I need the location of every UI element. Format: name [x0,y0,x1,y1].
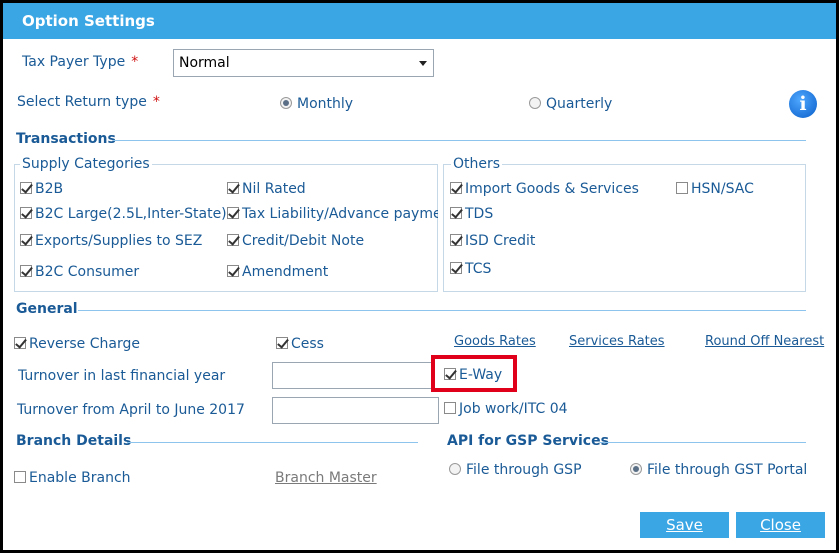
checkbox-checked-icon [14,337,26,349]
checkbox-checked-icon [450,234,462,246]
return-type-label: Select Return type * [17,94,160,110]
info-icon[interactable]: i [789,90,817,118]
api-gsp-heading: API for GSP Services [447,433,609,449]
checkbox-unchecked-icon [676,182,688,194]
radio-unselected-icon [449,463,461,475]
taxpayer-type-select[interactable]: Normal [173,49,434,77]
checkbox-enable-branch-label: Enable Branch [29,470,131,486]
general-heading: General [16,301,78,317]
checkbox-hsn-sac-label: HSN/SAC [691,181,754,197]
eway-highlight-box [431,355,517,392]
checkbox-job-work-label: Job work/ITC 04 [459,401,568,417]
checkbox-checked-icon [227,207,239,219]
dialog-title: Option Settings [3,3,836,39]
taxpayer-type-label-text: Tax Payer Type [22,54,126,70]
checkbox-tds[interactable]: TDS [450,206,493,222]
save-button[interactable]: Save [640,512,729,538]
checkbox-tax-liability[interactable]: Tax Liability/Advance payme [227,206,438,222]
checkbox-checked-icon [450,182,462,194]
checkbox-checked-icon [227,234,239,246]
radio-quarterly-label: Quarterly [546,96,613,112]
checkbox-checked-icon [20,182,32,194]
radio-file-through-gsp-label: File through GSP [466,462,582,478]
checkbox-isd-credit-label: ISD Credit [465,233,536,249]
checkbox-tax-liability-label: Tax Liability/Advance payme [242,206,438,222]
checkbox-b2c-large-label: B2C Large(2.5L,Inter-State) [35,206,227,222]
checkbox-import-goods-label: Import Goods & Services [465,181,639,197]
checkbox-reverse-charge[interactable]: Reverse Charge [14,336,140,352]
checkbox-exports-sez-label: Exports/Supplies to SEZ [35,233,203,249]
round-off-nearest-link[interactable]: Round Off Nearest [705,334,824,349]
checkbox-checked-icon [20,207,32,219]
taxpayer-type-label: Tax Payer Type * [22,54,138,70]
transactions-heading: Transactions [16,131,116,147]
close-button[interactable]: Close [736,512,825,538]
checkbox-isd-credit[interactable]: ISD Credit [450,233,535,249]
branch-master-link[interactable]: Branch Master [275,470,377,486]
turnover-april-june-input[interactable] [272,397,439,424]
checkbox-b2c-large[interactable]: B2C Large(2.5L,Inter-State) [20,206,227,222]
checkbox-cess-label: Cess [291,336,324,352]
checkbox-tcs-label: TCS [465,261,492,277]
taxpayer-type-value: Normal [179,55,230,71]
radio-quarterly[interactable]: Quarterly [529,96,612,112]
checkbox-nil-rated-label: Nil Rated [242,181,306,197]
services-rates-link[interactable]: Services Rates [569,334,665,349]
checkbox-amendment[interactable]: Amendment [227,264,328,280]
required-mark: * [131,54,139,70]
checkbox-checked-icon [450,262,462,274]
checkbox-b2b[interactable]: B2B [20,181,63,197]
radio-unselected-icon [529,97,541,109]
checkbox-job-work[interactable]: Job work/ITC 04 [444,401,568,417]
checkbox-enable-branch[interactable]: Enable Branch [14,470,131,486]
divider [600,442,806,443]
return-type-label-text: Select Return type [17,94,147,110]
radio-monthly[interactable]: Monthly [280,96,353,112]
checkbox-b2c-consumer[interactable]: B2C Consumer [20,264,139,280]
checkbox-unchecked-icon [14,471,26,483]
goods-rates-link[interactable]: Goods Rates [454,334,536,349]
radio-selected-icon [630,463,642,475]
divider [113,140,806,141]
radio-selected-icon [280,97,292,109]
turnover-last-year-input[interactable] [272,362,432,389]
chevron-down-icon [419,61,427,66]
supply-categories-legend: Supply Categories [20,156,152,172]
checkbox-tds-label: TDS [465,206,494,222]
radio-file-through-gsp[interactable]: File through GSP [449,462,582,478]
checkbox-cess[interactable]: Cess [276,336,324,352]
checkbox-b2c-consumer-label: B2C Consumer [35,264,140,280]
checkbox-unchecked-icon [444,402,456,414]
checkbox-credit-debit-note[interactable]: Credit/Debit Note [227,233,364,249]
divider [78,310,806,311]
checkbox-b2b-label: B2B [35,181,64,197]
turnover-last-year-label: Turnover in last financial year [18,368,226,384]
checkbox-import-goods[interactable]: Import Goods & Services [450,181,639,197]
radio-file-through-gst-portal-label: File through GST Portal [647,462,808,478]
branch-details-heading: Branch Details [16,433,132,449]
checkbox-checked-icon [227,182,239,194]
checkbox-exports-sez[interactable]: Exports/Supplies to SEZ [20,233,202,249]
checkbox-checked-icon [450,207,462,219]
divider [127,442,418,443]
turnover-april-june-label: Turnover from April to June 2017 [17,402,245,418]
checkbox-reverse-charge-label: Reverse Charge [29,336,140,352]
checkbox-checked-icon [227,265,239,277]
checkbox-amendment-label: Amendment [242,264,329,280]
checkbox-checked-icon [20,265,32,277]
checkbox-credit-debit-note-label: Credit/Debit Note [242,233,365,249]
checkbox-checked-icon [276,337,288,349]
checkbox-checked-icon [20,234,32,246]
radio-monthly-label: Monthly [297,96,354,112]
checkbox-hsn-sac[interactable]: HSN/SAC [676,181,754,197]
required-mark: * [152,94,160,110]
checkbox-nil-rated[interactable]: Nil Rated [227,181,306,197]
radio-file-through-gst-portal[interactable]: File through GST Portal [630,462,807,478]
checkbox-tcs[interactable]: TCS [450,261,491,277]
others-legend: Others [451,156,503,172]
